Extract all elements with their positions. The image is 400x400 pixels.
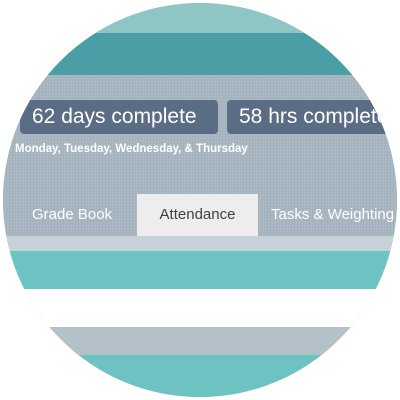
content-white-band [3, 289, 397, 327]
top-light-band [3, 3, 397, 33]
tab-bar: Grade Book Attendance Tasks & Weighting [3, 194, 397, 236]
tab-attendance[interactable]: Attendance [137, 194, 258, 236]
header-bar [3, 33, 397, 75]
bottom-teal-band [3, 355, 397, 397]
hours-complete-badge: 58 hrs complete [227, 100, 397, 134]
tab-tasks-weighting[interactable]: Tasks & Weighting [271, 194, 394, 236]
schedule-days-label: Monday, Tuesday, Wednesday, & Thursday [15, 143, 248, 155]
content-teal-band [3, 251, 397, 289]
content-gray-band [3, 327, 397, 355]
tab-grade-book[interactable]: Grade Book [32, 194, 112, 236]
tab-underline-strip [3, 236, 397, 251]
screenshot-frame: 62 days complete 58 hrs complete Monday,… [3, 3, 397, 397]
days-complete-badge: 62 days complete [20, 100, 218, 134]
